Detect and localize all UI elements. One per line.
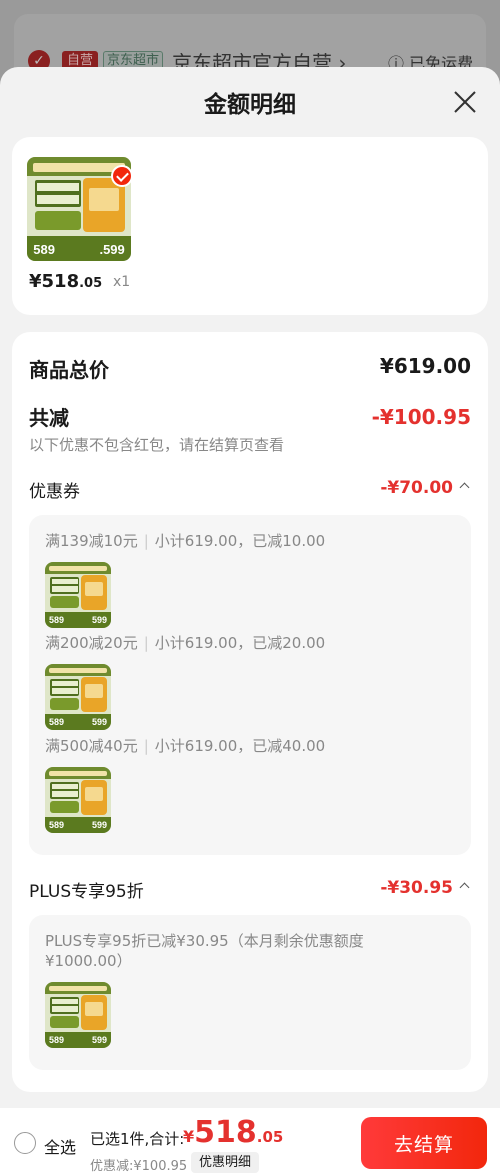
reduce-note: 以下优惠不包含红包，请在结算页查看 (29, 436, 285, 454)
summary-label: 已选1件,合计: (90, 1130, 185, 1148)
summary-total-dec: .05 (256, 1128, 284, 1146)
close-icon[interactable] (452, 89, 478, 115)
coupon-detail: 小计619.00，已减40.00 (154, 737, 326, 755)
total-price-value: ¥619.00 (379, 354, 471, 378)
plus-toggle[interactable]: -¥30.95 (380, 878, 470, 898)
thumb-price-left: 589 (33, 242, 55, 258)
coupon-line-1: 满139减10元 | 小计619.00，已减10.00 (45, 532, 326, 550)
reduce-label: 共减 (29, 406, 69, 430)
selected-check-icon (111, 165, 133, 187)
plus-detail-box: PLUS专享95折已减¥30.95（本月剩余优惠额度 ¥1000.00） 589… (29, 915, 471, 1070)
thumb-price-right: 599 (92, 819, 108, 830)
thumb-price-left: 589 (48, 819, 64, 830)
summary-currency: ¥ (183, 1127, 195, 1146)
plus-value: -¥30.95 (380, 878, 453, 898)
coupon-product-thumbnail[interactable]: 589 599 (45, 664, 111, 730)
thumb-price-left: 589 (48, 614, 64, 625)
thumb-price-left: 589 (48, 1034, 64, 1045)
select-all-radio[interactable] (14, 1132, 36, 1154)
coupon-label: 优惠券 (29, 482, 80, 502)
product-price: ¥518.05 (29, 271, 102, 292)
plus-label: PLUS专享95折 (29, 882, 144, 902)
thumb-price-right: 599 (92, 1034, 108, 1045)
discount-detail-button[interactable]: 优惠明细 (191, 1152, 260, 1173)
plus-note-line1: PLUS专享95折已减¥30.95（本月剩余优惠额度 (45, 932, 364, 950)
plus-product-thumbnail[interactable]: 589 599 (45, 982, 111, 1048)
coupon-detail: 小计619.00，已减20.00 (154, 634, 326, 652)
total-price-label: 商品总价 (29, 358, 109, 382)
coupon-product-thumbnail[interactable]: 589 599 (45, 562, 111, 628)
reduce-value: -¥100.95 (371, 405, 471, 429)
checkout-button[interactable]: 去结算 (361, 1117, 487, 1169)
chevron-up-icon (459, 482, 470, 493)
coupon-toggle[interactable]: -¥70.00 (380, 478, 470, 498)
summary-total-int: 518 (194, 1115, 257, 1150)
coupon-rule: 满139减10元 (45, 532, 138, 550)
thumb-price-right: 599 (92, 716, 108, 727)
chevron-up-icon (459, 882, 470, 893)
plus-note-line2: ¥1000.00） (45, 952, 132, 970)
product-price-main: ¥518 (29, 271, 80, 292)
amount-detail-sheet: 金额明细 589 .599 ¥518.05 x1 商品总价 ¥619.00 共减… (0, 67, 500, 1176)
product-card: 589 .599 ¥518.05 x1 (12, 137, 488, 315)
thumb-price-right: 599 (92, 614, 108, 625)
coupon-product-thumbnail[interactable]: 589 599 (45, 767, 111, 833)
sheet-title: 金额明细 (204, 92, 296, 118)
coupon-detail: 小计619.00，已减10.00 (154, 532, 326, 550)
coupon-rule: 满500减40元 (45, 737, 138, 755)
coupon-rule: 满200减20元 (45, 634, 138, 652)
thumb-price-right: .599 (99, 242, 125, 258)
coupon-list: 满139减10元 | 小计619.00，已减10.00 589 599 满200减2… (29, 515, 471, 855)
coupon-line-3: 满500减40元 | 小计619.00，已减40.00 (45, 737, 326, 755)
product-quantity: x1 (113, 274, 131, 290)
coupon-line-2: 满200减20元 | 小计619.00，已减20.00 (45, 634, 326, 652)
price-detail-card: 商品总价 ¥619.00 共减 -¥100.95 以下优惠不包含红包，请在结算页… (12, 332, 488, 1092)
checkout-bar: 全选 已选1件,合计: ¥518.05 优惠减:¥100.95 优惠明细 去结算 (0, 1108, 500, 1176)
summary-total: ¥518.05 (183, 1115, 283, 1150)
thumb-price-left: 589 (48, 716, 64, 727)
coupon-value: -¥70.00 (380, 478, 453, 498)
select-all-label[interactable]: 全选 (44, 1134, 76, 1158)
discount-text: 优惠减:¥100.95 (90, 1159, 188, 1174)
product-price-decimal: .05 (79, 276, 103, 291)
